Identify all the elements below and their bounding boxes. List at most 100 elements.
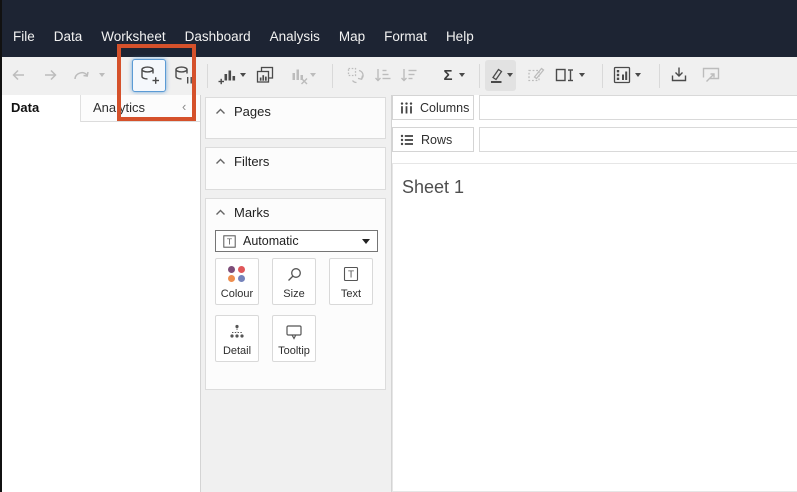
columns-shelf-drop-area[interactable]: [479, 95, 797, 120]
tooltip-button[interactable]: Tooltip: [272, 315, 316, 362]
text-icon: T: [343, 266, 359, 282]
text-button[interactable]: T Text: [329, 258, 373, 305]
rows-shelf-text: Rows: [421, 132, 453, 147]
back-button[interactable]: [5, 62, 31, 88]
fit-dropdown-caret[interactable]: [579, 73, 585, 77]
show-me-dropdown-caret[interactable]: [635, 73, 641, 77]
swap-rows-columns-icon: [347, 67, 364, 83]
detail-icon: [230, 324, 244, 338]
svg-text:T: T: [348, 270, 354, 281]
sheet-view[interactable]: Sheet 1: [392, 163, 797, 492]
pages-card-title: Pages: [234, 104, 271, 119]
filters-card[interactable]: Filters: [205, 147, 386, 190]
rows-shelf-drop-area[interactable]: [479, 127, 797, 152]
new-worksheet-button[interactable]: [214, 62, 240, 88]
collapse-chevron-icon[interactable]: [215, 158, 226, 165]
menu-map[interactable]: Map: [339, 29, 365, 44]
new-worksheet-dropdown-caret[interactable]: [240, 73, 246, 77]
colour-button-label: Colour: [220, 288, 254, 300]
mark-type-caret-icon: [362, 238, 370, 244]
show-me-button[interactable]: [609, 62, 635, 88]
pages-card-header: Pages: [206, 98, 385, 119]
detail-button-label: Detail: [222, 345, 252, 357]
collapse-pane-button[interactable]: ‹: [182, 95, 200, 122]
highlight-dropdown-caret[interactable]: [507, 73, 513, 77]
toolbar-separator: [659, 64, 660, 88]
duplicate-sheet-icon: [256, 66, 274, 83]
sort-ascending-icon: [374, 68, 390, 81]
pause-auto-updates-icon: [175, 66, 192, 84]
totals-dropdown-caret[interactable]: [459, 73, 465, 77]
totals-sigma-icon: Σ: [443, 66, 453, 84]
menu-dashboard[interactable]: Dashboard: [185, 29, 251, 44]
menu-file[interactable]: File: [13, 29, 35, 44]
fit-selector-button[interactable]: [551, 62, 577, 88]
clear-sheet-button[interactable]: [285, 62, 311, 88]
new-data-source-button[interactable]: [136, 62, 162, 88]
highlight-icon: [491, 68, 503, 83]
sort-descending-icon: [400, 68, 416, 81]
data-pane-tabbar: Data Analytics ‹: [2, 95, 200, 122]
duplicate-button[interactable]: [252, 62, 278, 88]
filters-card-header: Filters: [206, 148, 385, 169]
marks-card-title: Marks: [234, 205, 270, 220]
forward-icon: [45, 69, 57, 81]
marks-card-header: Marks: [206, 199, 385, 220]
collapse-chevron-icon[interactable]: [215, 209, 226, 216]
presentation-mode-button[interactable]: [698, 62, 724, 88]
fit-selector-icon: [555, 68, 573, 82]
detail-button[interactable]: Detail: [215, 315, 259, 362]
back-icon: [12, 69, 24, 81]
rows-shelf-label[interactable]: Rows: [392, 127, 474, 152]
download-button[interactable]: [666, 62, 692, 88]
download-icon: [671, 67, 687, 82]
toolbar-separator: [207, 64, 208, 88]
tooltip-button-label: Tooltip: [278, 345, 310, 357]
sheet-title: Sheet 1: [402, 177, 465, 197]
collapse-chevron-icon[interactable]: [215, 108, 226, 115]
tableau-window: File Data Worksheet Dashboard Analysis M…: [0, 0, 797, 492]
forward-button[interactable]: [38, 62, 64, 88]
tab-analytics[interactable]: Analytics: [81, 95, 182, 122]
rows-icon: [400, 134, 413, 145]
text-mark-type-icon: T: [223, 234, 236, 248]
edit-axis-button[interactable]: [523, 62, 549, 88]
colour-button[interactable]: Colour: [215, 258, 259, 305]
menu-analysis[interactable]: Analysis: [270, 29, 320, 44]
menu-format[interactable]: Format: [384, 29, 427, 44]
colour-icon: [228, 266, 246, 282]
size-icon: [288, 268, 301, 281]
marks-card: Marks T Automatic Colour Size T Text Det…: [205, 198, 386, 390]
sort-ascending-button[interactable]: [369, 62, 395, 88]
toolbar-separator: [602, 64, 603, 88]
text-button-label: Text: [340, 288, 362, 300]
edit-axis-icon: [528, 67, 545, 82]
svg-text:T: T: [227, 236, 232, 246]
highlight-button[interactable]: [483, 62, 509, 88]
replay-dropdown-caret[interactable]: [99, 73, 105, 77]
pause-auto-updates-button[interactable]: [170, 62, 196, 88]
size-button[interactable]: Size: [272, 258, 316, 305]
toolbar-separator: [479, 64, 480, 88]
shelf-card-pane: Pages Filters Marks T Automatic Colour S…: [201, 95, 392, 492]
menu-bar: File Data Worksheet Dashboard Analysis M…: [0, 0, 797, 57]
window-left-border: [0, 0, 2, 492]
columns-shelf-label[interactable]: Columns: [392, 95, 474, 120]
swap-rows-columns-button[interactable]: [342, 62, 368, 88]
sort-descending-button[interactable]: [395, 62, 421, 88]
pages-card[interactable]: Pages: [205, 97, 386, 139]
mark-type-dropdown[interactable]: T Automatic: [215, 230, 378, 252]
columns-icon: [400, 101, 413, 113]
totals-button[interactable]: Σ: [435, 62, 461, 88]
clear-sheet-dropdown-caret[interactable]: [310, 73, 316, 77]
worksheet-area: Columns Rows Sheet 1: [392, 95, 797, 492]
tooltip-icon: [286, 325, 302, 340]
toolbar: Σ: [2, 57, 797, 95]
menu-help[interactable]: Help: [446, 29, 474, 44]
show-me-icon: [613, 66, 631, 84]
filters-card-title: Filters: [234, 154, 270, 169]
tab-data[interactable]: Data: [2, 95, 81, 122]
menu-worksheet[interactable]: Worksheet: [101, 29, 165, 44]
menu-data[interactable]: Data: [54, 29, 83, 44]
replay-button[interactable]: [68, 62, 94, 88]
